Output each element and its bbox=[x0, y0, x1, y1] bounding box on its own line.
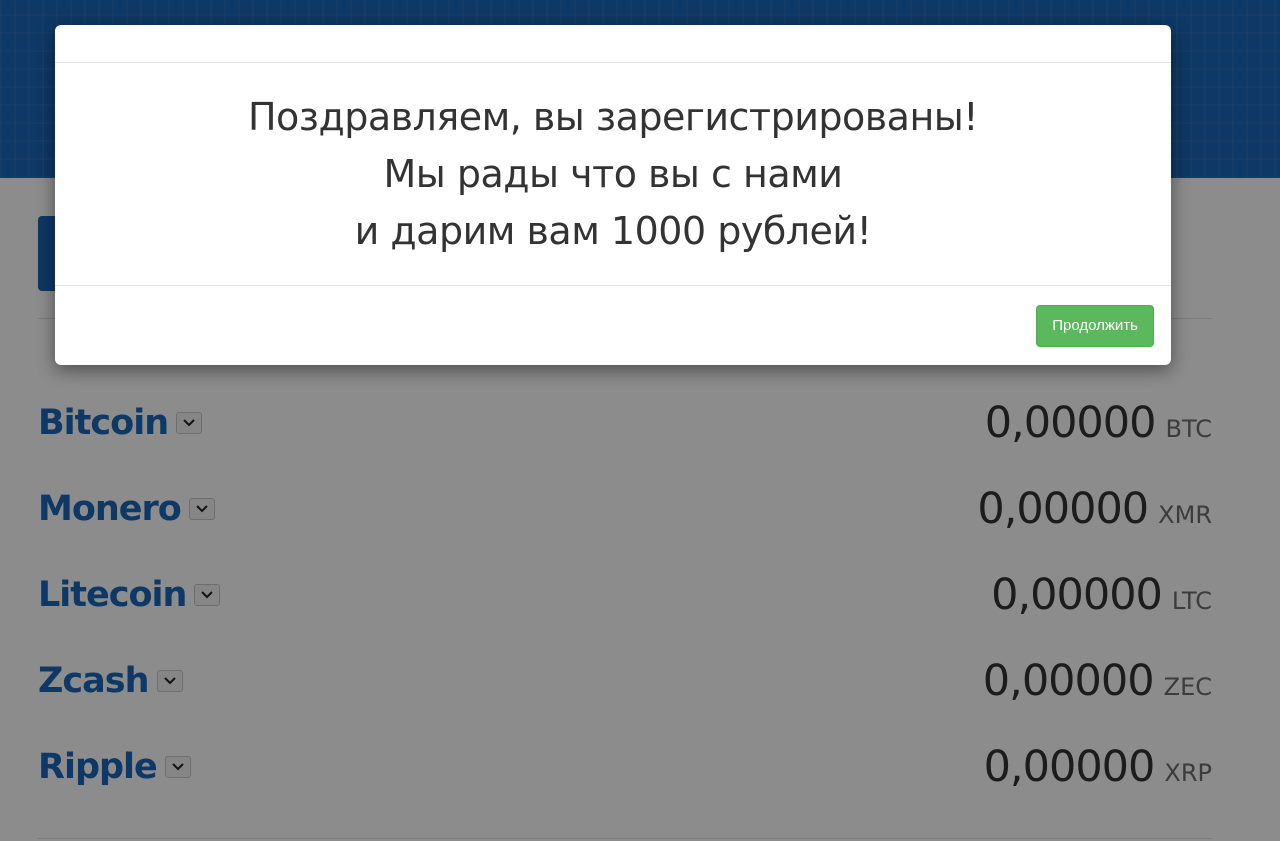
message-line: Поздравляем, вы зарегистрированы! bbox=[247, 94, 979, 139]
modal-footer: Продолжить bbox=[55, 286, 1171, 365]
modal-header bbox=[55, 25, 1171, 63]
message-line: и дарим вам 1000 рублей! bbox=[354, 208, 872, 253]
message-line: Мы рады что вы с нами bbox=[383, 151, 843, 196]
page: Bitcoin 0,00000 BTC Monero 0,00000 XMR L… bbox=[0, 0, 1280, 841]
continue-button[interactable]: Продолжить bbox=[1036, 304, 1154, 347]
modal-body: Поздравляем, вы зарегистрированы! Мы рад… bbox=[55, 63, 1171, 286]
registration-modal: Поздравляем, вы зарегистрированы! Мы рад… bbox=[55, 25, 1171, 365]
modal-message: Поздравляем, вы зарегистрированы! Мы рад… bbox=[247, 89, 979, 260]
